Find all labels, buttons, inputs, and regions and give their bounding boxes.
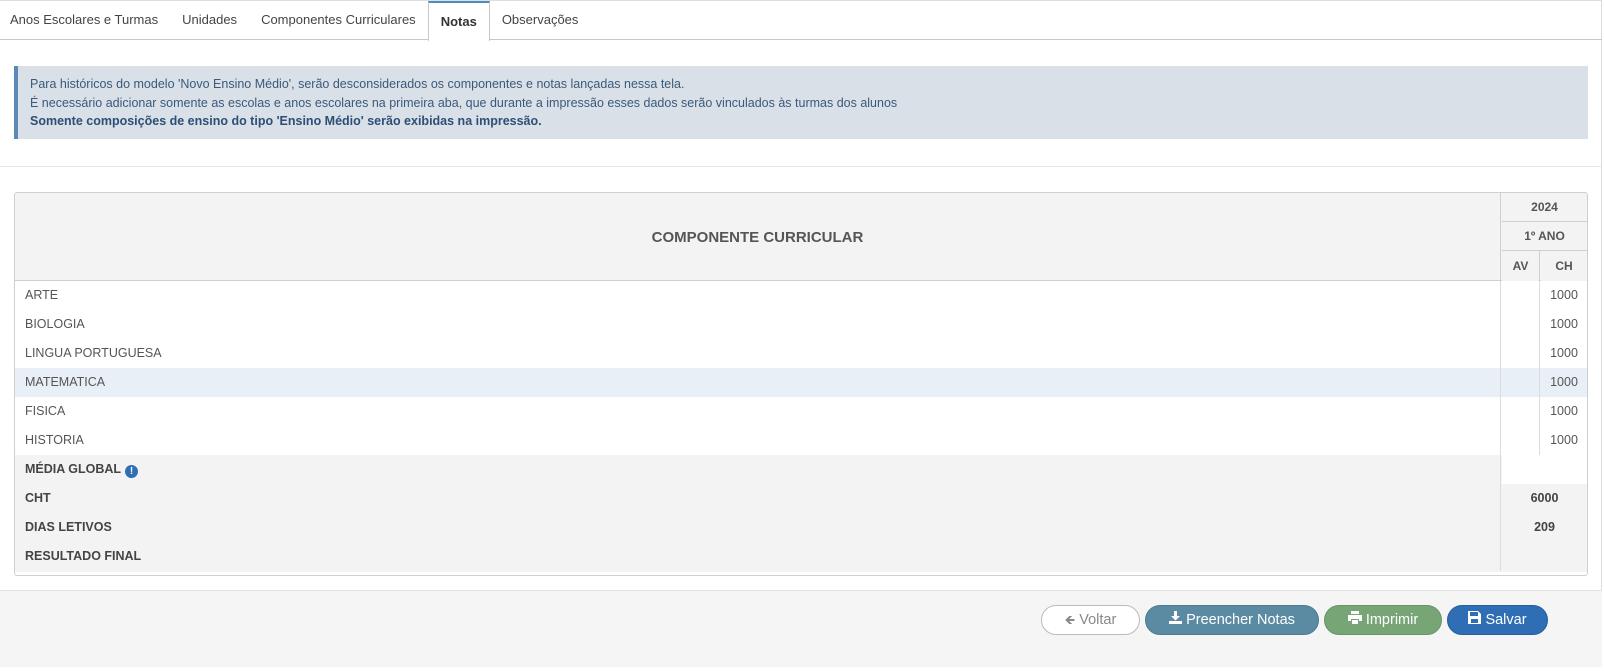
tab-notas[interactable]: Notas [427, 1, 490, 41]
ch-cell[interactable]: 1000 [1541, 339, 1587, 368]
resultado-final-row: RESULTADO FINAL [15, 542, 1587, 572]
imprimir-button[interactable]: Imprimir [1324, 605, 1442, 635]
ch-cell[interactable]: 1000 [1541, 368, 1587, 397]
header-year: 2024 [1502, 193, 1587, 222]
av-cell[interactable] [1502, 426, 1540, 455]
salvar-button[interactable]: Salvar [1447, 605, 1548, 635]
alert-line-1: Para históricos do modelo 'Novo Ensino M… [30, 77, 685, 91]
arrow-left-icon: 🡸 [1064, 612, 1076, 627]
alert-line-2: É necessário adicionar somente as escola… [30, 95, 898, 110]
table-header: COMPONENTE CURRICULAR 2024 1º ANO AV CH [15, 193, 1587, 281]
resultado-final-label: RESULTADO FINAL [25, 549, 142, 563]
exclamation-circle-icon[interactable]: ! [125, 465, 139, 478]
component-name: HISTORIA [25, 433, 84, 447]
download-icon [1169, 606, 1183, 634]
grades-table: COMPONENTE CURRICULAR 2024 1º ANO AV CH … [14, 192, 1588, 576]
resultado-final-value [1502, 542, 1587, 571]
media-global-row: MÉDIA GLOBAL! [15, 455, 1587, 485]
dias-letivos-label: DIAS LETIVOS [25, 520, 112, 534]
form-footer: 🡸 Voltar Preencher Notas Imprimir Salvar [0, 590, 1602, 667]
divider [0, 166, 1602, 167]
av-cell[interactable] [1502, 368, 1540, 397]
alert-line-3: Somente composições de ensino do tipo 'E… [30, 114, 542, 128]
header-ch: CH [1541, 251, 1587, 281]
media-global-value [1502, 455, 1587, 484]
component-name: ARTE [25, 288, 59, 302]
component-name: FISICA [25, 404, 66, 418]
ch-cell[interactable]: 1000 [1541, 397, 1587, 426]
tab-anos-escolares[interactable]: Anos Escolares e Turmas [0, 1, 170, 39]
header-av: AV [1502, 251, 1540, 281]
table-row: HISTORIA 1000 [15, 426, 1587, 456]
table-row: LINGUA PORTUGUESA 1000 [15, 339, 1587, 369]
av-cell[interactable] [1502, 281, 1540, 310]
header-grade: 1º ANO [1502, 222, 1587, 251]
cht-value: 6000 [1530, 491, 1559, 505]
component-name: MATEMATICA [25, 375, 106, 389]
component-name: LINGUA PORTUGUESA [25, 346, 162, 360]
table-row: MATEMATICA 1000 [15, 368, 1587, 398]
component-name: BIOLOGIA [25, 317, 85, 331]
cht-row: CHT 6000 [15, 484, 1587, 514]
ch-cell[interactable]: 1000 [1541, 426, 1587, 455]
info-alert: Para históricos do modelo 'Novo Ensino M… [14, 66, 1588, 139]
floppy-disk-icon [1468, 606, 1482, 634]
av-cell[interactable] [1502, 397, 1540, 426]
dias-letivos-value[interactable]: 209 [1502, 513, 1587, 542]
media-global-label: MÉDIA GLOBAL! [25, 455, 139, 484]
dias-letivos-row: DIAS LETIVOS 209 [15, 513, 1587, 543]
cht-label: CHT [25, 491, 51, 505]
header-componente-curricular: COMPONENTE CURRICULAR [15, 193, 1501, 281]
av-cell[interactable] [1502, 310, 1540, 339]
av-cell[interactable] [1502, 339, 1540, 368]
voltar-button[interactable]: 🡸 Voltar [1041, 605, 1140, 635]
printer-icon [1347, 606, 1362, 634]
tab-unidades[interactable]: Unidades [170, 1, 249, 39]
ch-cell[interactable]: 1000 [1541, 281, 1587, 310]
tab-observacoes[interactable]: Observações [490, 1, 591, 39]
ch-cell[interactable]: 1000 [1541, 310, 1587, 339]
table-row: ARTE 1000 [15, 281, 1587, 311]
table-row: BIOLOGIA 1000 [15, 310, 1587, 340]
tab-componentes-curriculares[interactable]: Componentes Curriculares [249, 1, 428, 39]
table-row: FISICA 1000 [15, 397, 1587, 427]
preencher-notas-button[interactable]: Preencher Notas [1145, 605, 1319, 635]
tab-bar: Anos Escolares e Turmas Unidades Compone… [0, 0, 1602, 41]
